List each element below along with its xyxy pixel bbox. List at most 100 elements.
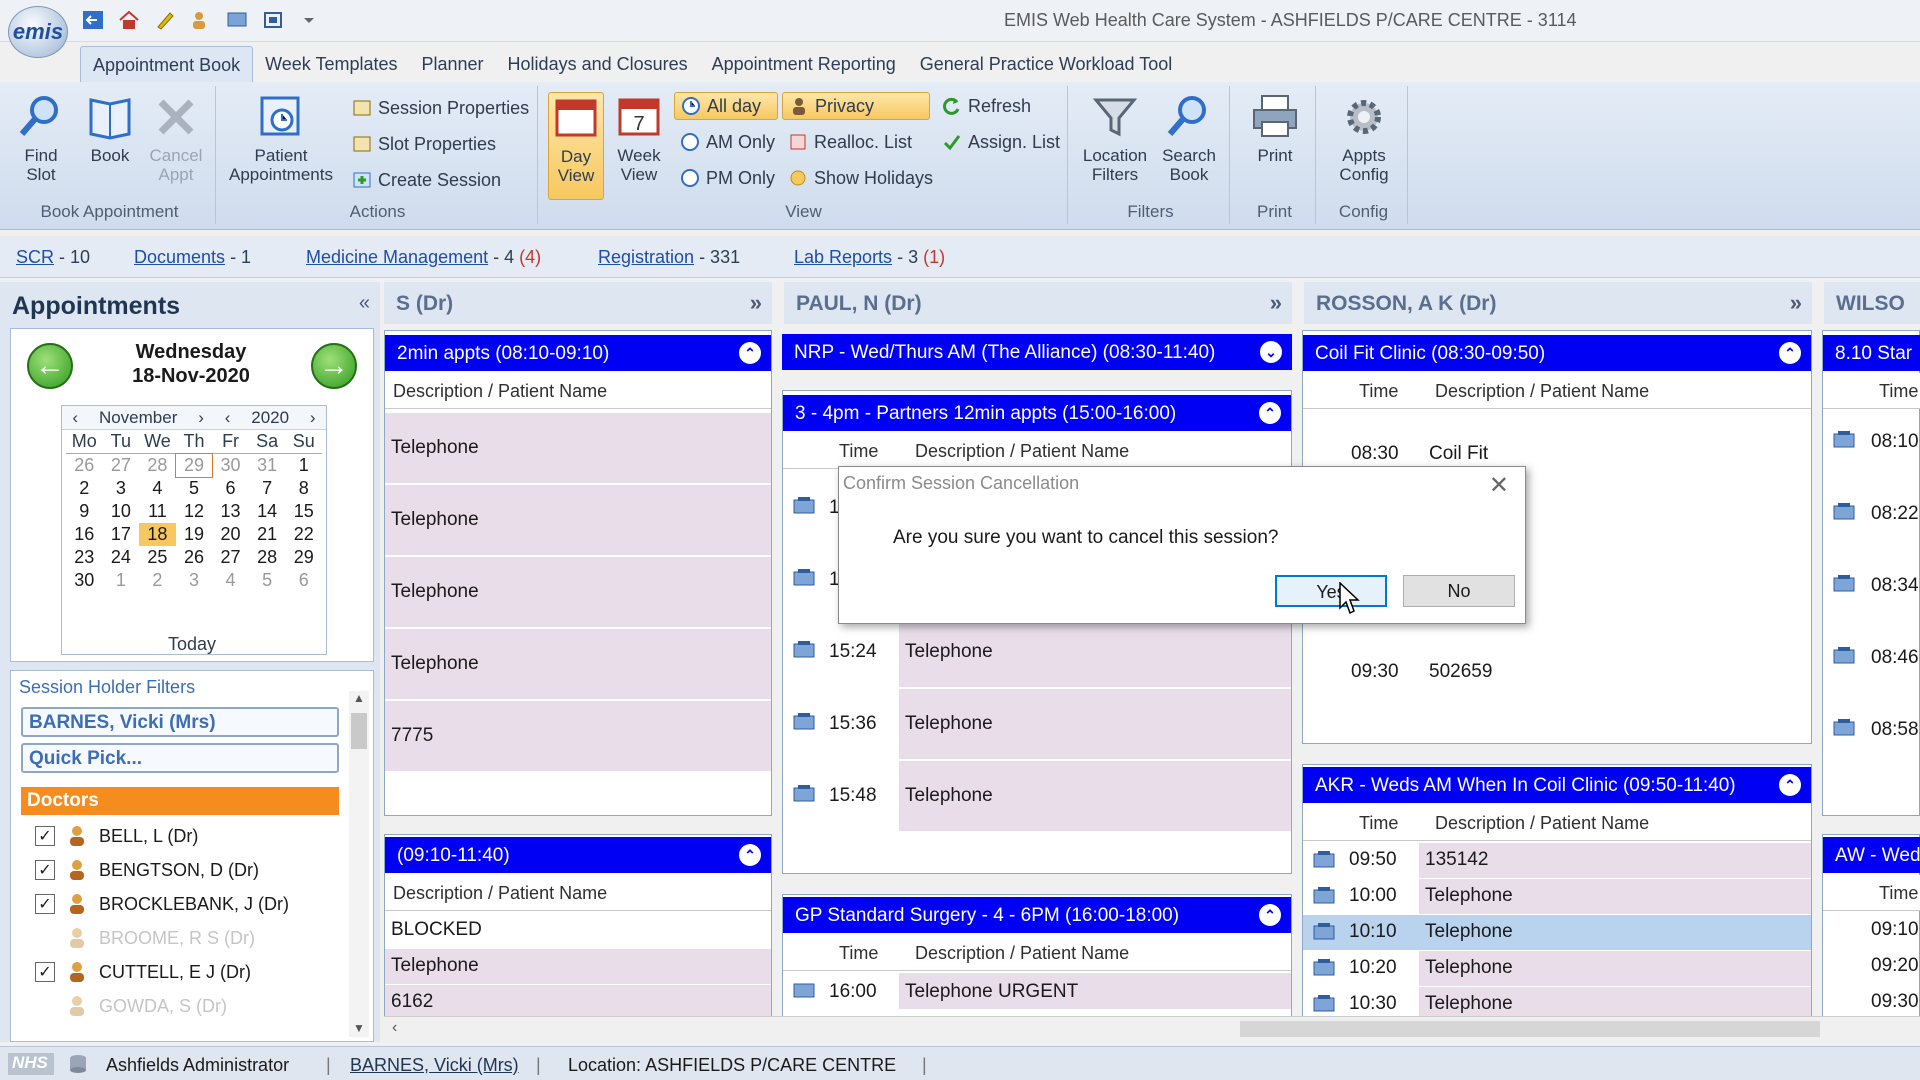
calendar-day[interactable]: 22 <box>285 523 322 546</box>
slot-description[interactable]: 135142 <box>1419 843 1811 878</box>
doctor-row[interactable]: ✓ BELL, L (Dr) <box>35 821 198 851</box>
calendar-day[interactable]: 27 <box>103 454 140 477</box>
calendar-day[interactable]: 7 <box>249 477 286 500</box>
book-button[interactable]: Book <box>80 92 140 165</box>
link-documents[interactable]: Documents - 1 <box>134 247 251 268</box>
calendar-day[interactable]: 9 <box>66 500 103 523</box>
scroll-left-icon[interactable]: ‹ <box>392 1019 397 1037</box>
calendar-day[interactable]: 2 <box>66 477 103 500</box>
collapse-session-icon[interactable]: ⌃ <box>1259 402 1281 424</box>
doctor-row[interactable]: GOWDA, S (Dr) <box>35 991 227 1021</box>
today-button[interactable]: Today <box>11 634 373 655</box>
calendar-day[interactable]: 15 <box>285 500 322 523</box>
slot-description[interactable]: Telephone <box>385 413 771 483</box>
calendar-day[interactable]: 13 <box>212 500 249 523</box>
doctors-group-header[interactable]: Doctors <box>21 787 339 815</box>
calendar-day[interactable]: 6 <box>212 477 249 500</box>
calendar-day[interactable]: 14 <box>249 500 286 523</box>
calendar-day[interactable]: 20 <box>212 523 249 546</box>
prev-month-button[interactable]: ‹ <box>72 408 78 428</box>
collapse-session-icon[interactable]: ⌃ <box>1259 904 1281 926</box>
realloc-list-button[interactable]: Realloc. List <box>782 128 918 156</box>
column-header-s[interactable]: S (Dr) » <box>384 282 772 324</box>
location-filters-button[interactable]: Location Filters <box>1080 92 1150 184</box>
calendar-day[interactable]: 18 <box>139 523 176 546</box>
horizontal-scrollbar[interactable]: ‹ <box>384 1016 1920 1040</box>
slot-description[interactable]: Telephone URGENT <box>899 973 1291 1009</box>
screens-icon[interactable] <box>224 8 250 32</box>
status-session-holder[interactable]: BARNES, Vicki (Mrs) <box>350 1055 519 1076</box>
print-button[interactable]: Print <box>1242 92 1308 165</box>
show-holidays-button[interactable]: Show Holidays <box>782 164 939 192</box>
home-icon[interactable] <box>116 8 142 32</box>
window-icon[interactable] <box>260 8 286 32</box>
calendar-day[interactable]: 29 <box>285 546 322 569</box>
collapse-session-icon[interactable]: ⌃ <box>1779 342 1801 364</box>
next-day-button[interactable]: → <box>311 343 357 389</box>
session-header[interactable]: 2min appts (08:10-09:10) ⌃ <box>385 335 771 371</box>
cancel-appt-button[interactable]: Cancel Appt <box>144 92 208 184</box>
doctor-checkbox[interactable]: ✓ <box>35 860 55 880</box>
slot-description[interactable]: Telephone <box>899 689 1291 759</box>
privacy-button[interactable]: Privacy <box>782 92 930 120</box>
tab-planner[interactable]: Planner <box>410 46 496 82</box>
calendar-day[interactable]: 5 <box>176 477 213 500</box>
calendar-day[interactable]: 8 <box>285 477 322 500</box>
emis-logo[interactable]: emis <box>8 6 68 58</box>
session-header[interactable]: AW - Wed <box>1823 837 1920 873</box>
search-book-button[interactable]: Search Book <box>1156 92 1222 184</box>
find-slot-button[interactable]: Find Slot <box>10 92 72 184</box>
doctor-row[interactable]: BROOME, R S (Dr) <box>35 923 255 953</box>
calendar-day[interactable]: 30 <box>212 454 249 477</box>
filters-scrollbar[interactable]: ▲ ▼ <box>349 691 369 1037</box>
collapse-panel-button[interactable]: « <box>359 292 370 315</box>
tab-appointment-book[interactable]: Appointment Book <box>80 46 254 82</box>
week-view-button[interactable]: 7 Week View <box>610 92 668 184</box>
calendar-day[interactable]: 12 <box>176 500 213 523</box>
collapse-session-icon[interactable]: ⌃ <box>739 844 761 866</box>
session-header[interactable]: 3 - 4pm - Partners 12min appts (15:00-16… <box>783 395 1291 431</box>
doctor-checkbox[interactable]: ✓ <box>35 826 55 846</box>
prev-year-button[interactable]: ‹ <box>225 408 231 428</box>
calendar-day[interactable]: 4 <box>212 569 249 592</box>
session-header[interactable]: (09:10-11:40) ⌃ <box>385 837 771 873</box>
assign-list-button[interactable]: Assign. List <box>936 128 1066 156</box>
session-header[interactable]: GP Standard Surgery - 4 - 6PM (16:00-18:… <box>783 897 1291 933</box>
doctor-checkbox[interactable]: ✓ <box>35 962 55 982</box>
next-year-button[interactable]: › <box>310 408 316 428</box>
link-lab-reports[interactable]: Lab Reports - 3 (1) <box>794 247 945 268</box>
calendar-day[interactable]: 1 <box>285 454 322 477</box>
calendar-day[interactable]: 27 <box>212 546 249 569</box>
tab-appointment-reporting[interactable]: Appointment Reporting <box>700 46 908 82</box>
scroll-up-icon[interactable]: ▲ <box>349 691 369 705</box>
calendar-day[interactable]: 2 <box>139 569 176 592</box>
scroll-down-icon[interactable]: ▼ <box>349 1021 369 1035</box>
calendar-day[interactable]: 30 <box>66 569 103 592</box>
customize-dropdown-icon[interactable] <box>296 8 322 32</box>
create-session-button[interactable]: Create Session <box>346 166 507 194</box>
session-header[interactable]: AKR - Weds AM When In Coil Clinic (09:50… <box>1303 767 1811 803</box>
slot-description[interactable]: Telephone <box>385 485 771 555</box>
doctor-checkbox[interactable] <box>35 928 55 948</box>
calendar-day[interactable]: 4 <box>139 477 176 500</box>
slot-description[interactable]: 6162 <box>385 985 771 1020</box>
am-only-button[interactable]: AM Only <box>674 128 781 156</box>
link-registration[interactable]: Registration - 331 <box>598 247 740 268</box>
slot-description[interactable]: Telephone <box>1419 951 1811 986</box>
calendar-day[interactable]: 16 <box>66 523 103 546</box>
scroll-thumb[interactable] <box>351 713 367 749</box>
expand-column-icon[interactable]: » <box>750 290 762 316</box>
slot-description[interactable]: Telephone <box>385 949 771 984</box>
back-icon[interactable] <box>80 8 106 32</box>
close-icon[interactable]: ✕ <box>1489 471 1509 500</box>
link-medicine-management[interactable]: Medicine Management - 4 (4) <box>306 247 541 268</box>
selected-holder-field[interactable]: BARNES, Vicki (Mrs) <box>21 707 339 737</box>
calendar-day[interactable]: 10 <box>103 500 140 523</box>
calendar-day[interactable]: 25 <box>139 546 176 569</box>
calendar-day[interactable]: 28 <box>139 454 176 477</box>
doctor-checkbox[interactable] <box>35 996 55 1016</box>
expand-column-icon[interactable]: » <box>1270 290 1282 316</box>
calendar-day[interactable]: 23 <box>66 546 103 569</box>
doctor-row[interactable]: ✓ BROCKLEBANK, J (Dr) <box>35 889 289 919</box>
slot-description[interactable]: 502659 <box>1429 661 1492 683</box>
